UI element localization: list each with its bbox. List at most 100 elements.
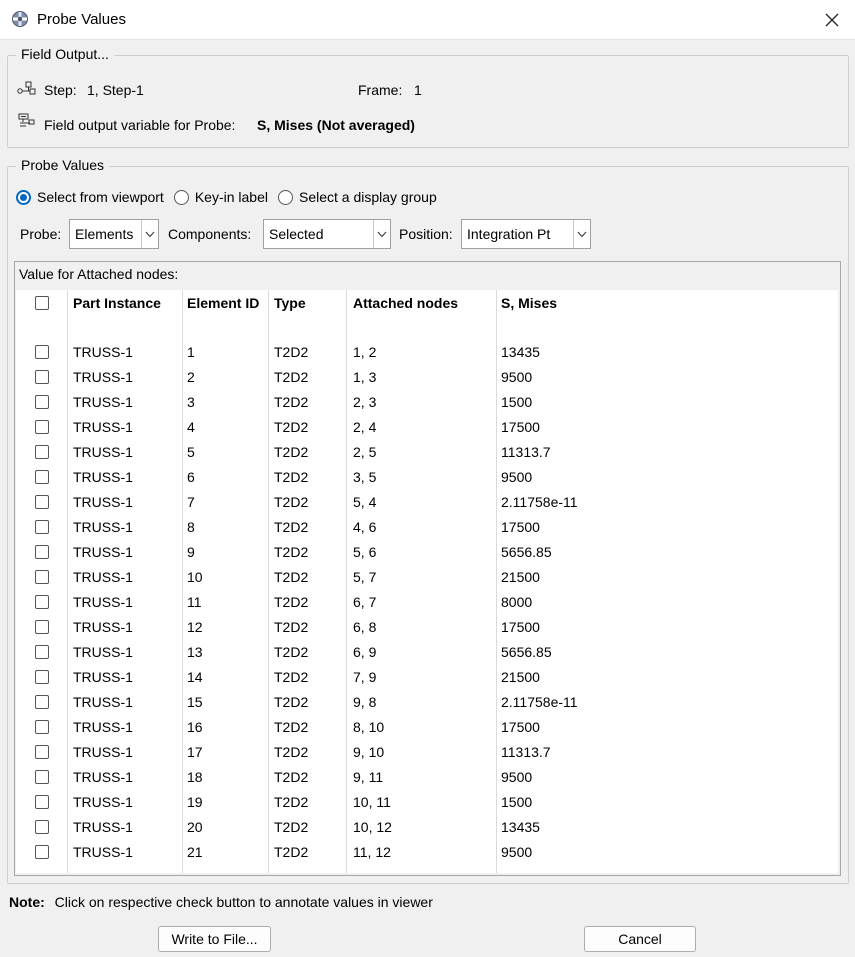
row-checkbox[interactable]: [35, 395, 49, 409]
field-variable-icon: [18, 113, 35, 127]
frame-value: 1: [414, 82, 422, 98]
row-checkbox[interactable]: [35, 495, 49, 509]
chevron-down-icon[interactable]: [141, 220, 158, 248]
cell-element-id: 14: [187, 669, 203, 685]
chevron-down-icon[interactable]: [373, 220, 390, 248]
row-checkbox[interactable]: [35, 720, 49, 734]
cell-s-mises: 9500: [501, 369, 533, 385]
cell-attached-nodes: 5, 6: [353, 544, 377, 560]
cell-part-instance: TRUSS-1: [73, 569, 133, 585]
cell-attached-nodes: 8, 10: [353, 719, 385, 735]
row-checkbox[interactable]: [35, 520, 49, 534]
cell-attached-nodes: 9, 10: [353, 744, 385, 760]
chevron-down-icon[interactable]: [573, 220, 590, 248]
row-checkbox[interactable]: [35, 770, 49, 784]
components-label: Components:: [168, 226, 252, 242]
cell-s-mises: 9500: [501, 769, 533, 785]
table-row: TRUSS-1 16 T2D2 8, 10 17500: [16, 718, 838, 743]
col-header-attached-nodes[interactable]: Attached nodes: [353, 295, 458, 311]
row-checkbox[interactable]: [35, 545, 49, 559]
cell-attached-nodes: 5, 4: [353, 494, 377, 510]
cancel-label: Cancel: [618, 931, 662, 947]
col-header-part-instance[interactable]: Part Instance: [73, 295, 161, 311]
components-select[interactable]: Selected: [263, 219, 391, 249]
close-button[interactable]: [809, 0, 855, 40]
cell-attached-nodes: 2, 4: [353, 419, 377, 435]
cell-attached-nodes: 1, 2: [353, 344, 377, 360]
cell-part-instance: TRUSS-1: [73, 669, 133, 685]
row-checkbox[interactable]: [35, 420, 49, 434]
selection-mode-radios: Select from viewport Key-in label Select…: [16, 187, 447, 207]
cell-s-mises: 9500: [501, 844, 533, 860]
col-header-type[interactable]: Type: [274, 295, 306, 311]
radio-key-in-label[interactable]: Key-in label: [173, 189, 268, 205]
probe-select[interactable]: Elements: [69, 219, 159, 249]
cell-part-instance: TRUSS-1: [73, 394, 133, 410]
cell-element-id: 12: [187, 619, 203, 635]
cell-element-id: 20: [187, 819, 203, 835]
table-row: TRUSS-1 6 T2D2 3, 5 9500: [16, 468, 838, 493]
position-select[interactable]: Integration Pt: [461, 219, 591, 249]
row-checkbox[interactable]: [35, 745, 49, 759]
table-row: TRUSS-1 1 T2D2 1, 2 13435: [16, 343, 838, 368]
cell-attached-nodes: 9, 11: [353, 769, 384, 785]
radio-indicator[interactable]: [173, 189, 189, 205]
note-text: Click on respective check button to anno…: [54, 894, 433, 910]
step-value: 1, Step-1: [87, 82, 144, 98]
radio-select-display-group[interactable]: Select a display group: [277, 189, 437, 205]
row-checkbox[interactable]: [35, 795, 49, 809]
row-checkbox[interactable]: [35, 820, 49, 834]
cell-attached-nodes: 11, 12: [353, 844, 391, 860]
radio-select-from-viewport[interactable]: Select from viewport: [16, 189, 164, 205]
table-row: TRUSS-1 14 T2D2 7, 9 21500: [16, 668, 838, 693]
probe-label: Probe:: [20, 226, 62, 242]
cancel-button[interactable]: Cancel: [584, 926, 696, 952]
cell-element-id: 9: [187, 544, 195, 560]
table-row: TRUSS-1 21 T2D2 11, 12 9500: [16, 843, 838, 868]
cell-type: T2D2: [274, 394, 309, 410]
cell-s-mises: 13435: [501, 819, 540, 835]
cell-element-id: 8: [187, 519, 195, 535]
row-checkbox[interactable]: [35, 370, 49, 384]
cell-type: T2D2: [274, 469, 309, 485]
row-checkbox[interactable]: [35, 470, 49, 484]
col-header-s-mises[interactable]: S, Mises: [501, 295, 557, 311]
cell-attached-nodes: 2, 3: [353, 394, 377, 410]
cell-element-id: 6: [187, 469, 195, 485]
table-row: TRUSS-1 19 T2D2 10, 11 1500: [16, 793, 838, 818]
cell-s-mises: 11313.7: [501, 744, 551, 760]
radio-label: Select from viewport: [37, 189, 164, 205]
row-checkbox[interactable]: [35, 670, 49, 684]
step-label: Step:: [44, 82, 77, 98]
cell-part-instance: TRUSS-1: [73, 844, 133, 860]
row-checkbox[interactable]: [35, 595, 49, 609]
row-checkbox[interactable]: [35, 445, 49, 459]
title-bar: Probe Values: [0, 0, 855, 40]
cell-element-id: 11: [187, 594, 202, 610]
probe-select-value: Elements: [75, 226, 134, 242]
select-all-checkbox[interactable]: [35, 296, 49, 310]
row-checkbox[interactable]: [35, 620, 49, 634]
row-checkbox[interactable]: [35, 570, 49, 584]
frame-label: Frame:: [358, 82, 403, 98]
cell-type: T2D2: [274, 519, 309, 535]
cell-part-instance: TRUSS-1: [73, 744, 133, 760]
variable-value: S, Mises (Not averaged): [257, 117, 415, 133]
table-row: TRUSS-1 2 T2D2 1, 3 9500: [16, 368, 838, 393]
cell-element-id: 17: [187, 744, 203, 760]
cell-type: T2D2: [274, 569, 309, 585]
cell-part-instance: TRUSS-1: [73, 494, 133, 510]
radio-indicator[interactable]: [277, 189, 293, 205]
table-caption: Value for Attached nodes:: [19, 266, 179, 282]
write-to-file-button[interactable]: Write to File...: [158, 926, 271, 952]
row-checkbox[interactable]: [35, 695, 49, 709]
cell-type: T2D2: [274, 419, 309, 435]
col-header-element-id[interactable]: Element ID: [187, 295, 259, 311]
radio-selected-indicator[interactable]: [16, 189, 31, 205]
row-checkbox[interactable]: [35, 645, 49, 659]
window-title: Probe Values: [37, 11, 126, 28]
row-checkbox[interactable]: [35, 845, 49, 859]
cell-type: T2D2: [274, 619, 309, 635]
table-row: TRUSS-1 7 T2D2 5, 4 2.11758e-11: [16, 493, 838, 518]
row-checkbox[interactable]: [35, 345, 49, 359]
